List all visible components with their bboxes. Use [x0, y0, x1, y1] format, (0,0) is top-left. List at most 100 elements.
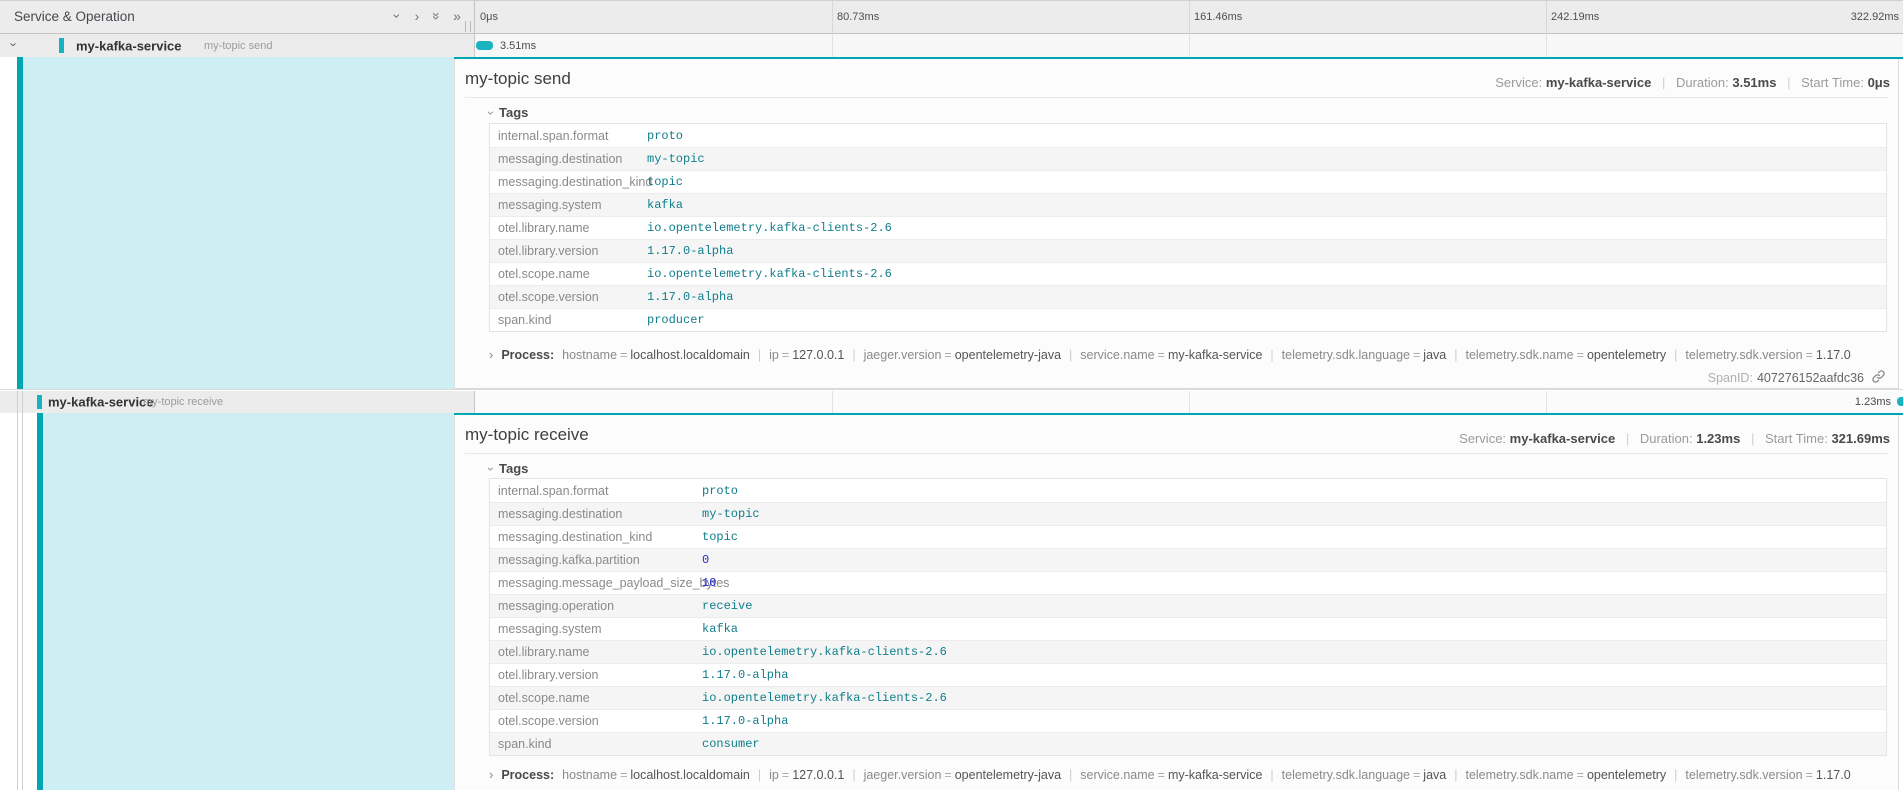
tag-row: messaging.kafka.partition0: [490, 548, 1886, 571]
gridline: [1189, 34, 1190, 57]
chevron-down-icon: ›: [484, 467, 498, 471]
process-item: telemetry.sdk.language=java: [1282, 768, 1447, 782]
column-resize-grippy[interactable]: [465, 21, 471, 32]
tag-key: otel.library.name: [490, 221, 589, 235]
tag-key: otel.library.version: [490, 668, 599, 682]
process-item: jaeger.version=opentelemetry-java: [864, 768, 1061, 782]
meta-start-value: 0μs: [1868, 75, 1890, 90]
process-item: jaeger.version=opentelemetry-java: [864, 348, 1061, 362]
gridline: [832, 34, 833, 57]
span-row-send-timeline-cell[interactable]: 3.51ms: [475, 34, 1903, 57]
expand-all-icon[interactable]: »: [450, 8, 464, 24]
tag-key: messaging.system: [490, 198, 602, 212]
span-row-receive: my-kafka-service my-topic receive 1.23ms: [0, 391, 1903, 413]
meta-separator: |: [1655, 75, 1672, 90]
tag-key: messaging.destination: [490, 507, 622, 521]
span-color-bar: [37, 395, 42, 409]
tag-row: messaging.destination_kind topic: [490, 525, 1886, 548]
chevron-right-icon: ›: [489, 767, 493, 782]
collapse-one-icon[interactable]: ›: [390, 8, 404, 24]
process-separator: |: [1666, 768, 1685, 782]
tag-row: span.kindproducer: [490, 308, 1886, 331]
tags-table: internal.span.formatprotomessaging.desti…: [489, 478, 1887, 756]
tag-value: my-topic: [647, 152, 705, 166]
collapse-children-icon[interactable]: ›: [12, 37, 16, 52]
link-icon[interactable]: [1871, 369, 1886, 387]
span-row-receive-name-cell[interactable]: my-kafka-service my-topic receive: [0, 391, 475, 413]
tag-row: otel.scope.nameio.opentelemetry.kafka-cl…: [490, 686, 1886, 709]
meta-separator: |: [1619, 431, 1636, 446]
span-row-send: › my-kafka-service my-topic send 3.51ms: [0, 34, 1903, 57]
tag-row: messaging.destinationmy-topic: [490, 502, 1886, 525]
tags-section-header[interactable]: ›Tags: [489, 461, 528, 476]
process-section-header[interactable]: ›Process:hostname=localhost.localdomain|…: [489, 767, 1851, 782]
span-row-send-name-cell[interactable]: › my-kafka-service my-topic send: [0, 34, 475, 57]
process-label: Process:: [501, 348, 554, 362]
tag-value: proto: [647, 129, 683, 143]
process-separator: |: [1061, 768, 1080, 782]
process-separator: |: [1446, 348, 1465, 362]
expanded-span-column[interactable]: [23, 57, 454, 389]
expand-one-icon[interactable]: ›: [410, 8, 424, 24]
process-items: hostname=localhost.localdomain|ip=127.0.…: [562, 348, 1851, 362]
meta-duration-value: 3.51ms: [1732, 75, 1776, 90]
span-row-receive-timeline-cell[interactable]: 1.23ms: [475, 391, 1903, 413]
tag-value: topic: [702, 530, 738, 544]
ruler-tick-line: [1546, 1, 1547, 34]
span-service-name: my-kafka-service: [76, 38, 182, 53]
span-detail-card-send: my-topic send Service: my-kafka-service …: [454, 59, 1899, 389]
process-item: ip=127.0.0.1: [769, 348, 844, 362]
process-separator: |: [750, 348, 769, 362]
tag-key: span.kind: [490, 313, 552, 327]
tag-key: messaging.destination_kind: [490, 530, 652, 544]
meta-service-label: Service:: [1459, 431, 1506, 446]
span-detail-card-receive: my-topic receive Service: my-kafka-servi…: [454, 415, 1899, 790]
tag-value: kafka: [647, 198, 683, 212]
process-section-header[interactable]: ›Process:hostname=localhost.localdomain|…: [489, 347, 1851, 362]
process-separator: |: [844, 768, 863, 782]
tag-key: messaging.operation: [490, 599, 614, 613]
detail-divider: [465, 453, 1888, 454]
tag-key: otel.scope.name: [490, 267, 590, 281]
process-separator: |: [750, 768, 769, 782]
tag-row: otel.library.version1.17.0-alpha: [490, 663, 1886, 686]
ruler-tick-label: 242.19ms: [1551, 11, 1599, 23]
span-operation-name: my-topic send: [204, 40, 272, 52]
process-separator: |: [1061, 348, 1080, 362]
tag-row: otel.scope.version 1.17.0-alpha: [490, 285, 1886, 308]
collapse-all-icon[interactable]: »: [430, 8, 444, 24]
process-item: hostname=localhost.localdomain: [562, 768, 750, 782]
process-separator: |: [1666, 348, 1685, 362]
tag-key: messaging.destination_kind: [490, 175, 652, 189]
span-service-name: my-kafka-service: [48, 395, 154, 410]
tag-value: kafka: [702, 622, 738, 636]
meta-duration-label: Duration:: [1676, 75, 1729, 90]
tag-key: otel.scope.version: [490, 290, 599, 304]
tag-row: messaging.system kafka: [490, 193, 1886, 216]
tag-key: messaging.destination: [490, 152, 622, 166]
tag-value: topic: [647, 175, 683, 189]
service-operation-title: Service & Operation: [14, 9, 135, 24]
span-detail-strip-receive: my-topic receive Service: my-kafka-servi…: [0, 413, 1903, 790]
tag-value: consumer: [702, 737, 760, 751]
tags-section-header[interactable]: ›Tags: [489, 105, 528, 120]
span-bar-send[interactable]: [476, 41, 493, 50]
tag-row: otel.scope.version1.17.0-alpha: [490, 709, 1886, 732]
tag-value: io.opentelemetry.kafka-clients-2.6: [702, 645, 947, 659]
detail-meta: Service: my-kafka-service | Duration: 1.…: [1459, 431, 1890, 446]
meta-separator: |: [1780, 75, 1797, 90]
meta-separator: |: [1744, 431, 1761, 446]
tag-value: proto: [702, 484, 738, 498]
process-item: telemetry.sdk.version=1.17.0: [1685, 768, 1850, 782]
service-operation-header: Service & Operation › › » »: [0, 1, 475, 34]
tag-value: 1.17.0-alpha: [647, 244, 733, 258]
trace-timeline-view: Service & Operation › › » » 0μs 80.73ms …: [0, 0, 1903, 790]
expanded-span-column[interactable]: [43, 413, 454, 790]
detail-title: my-topic send: [465, 69, 571, 89]
tree-indent-guide: [22, 391, 23, 413]
process-items: hostname=localhost.localdomain|ip=127.0.…: [562, 768, 1851, 782]
tag-value: 1.17.0-alpha: [647, 290, 733, 304]
meta-start-value: 321.69ms: [1831, 431, 1890, 446]
tag-key: otel.library.name: [490, 645, 589, 659]
span-bar-receive[interactable]: [1897, 397, 1903, 406]
